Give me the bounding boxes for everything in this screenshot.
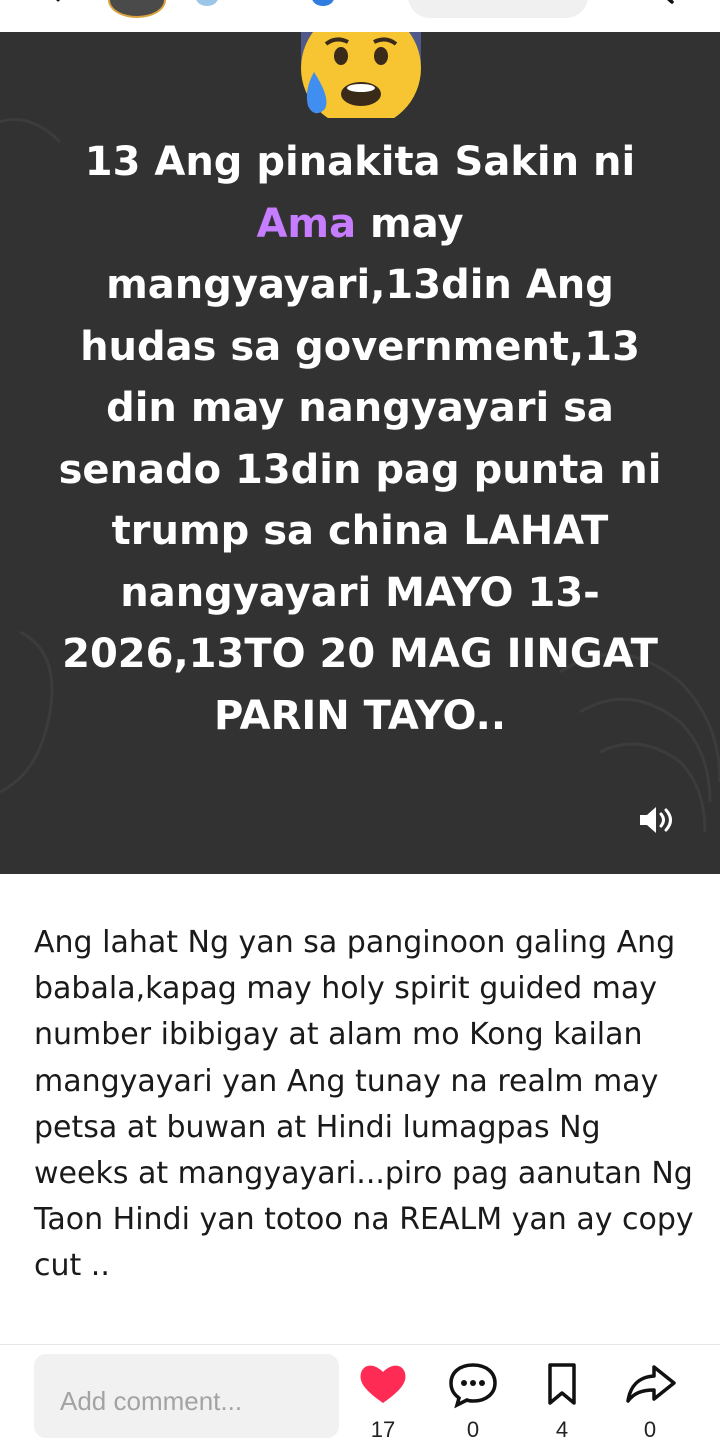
sound-icon[interactable] (636, 800, 676, 840)
avatar[interactable] (108, 0, 166, 18)
like-button[interactable]: 17 (353, 1359, 413, 1442)
bookmark-icon (548, 1363, 576, 1405)
comment-icon (449, 1363, 497, 1409)
overlay-after-highlight: may (356, 200, 464, 247)
overlay-line-1: 13 Ang pinakita Sakin ni (84, 139, 636, 185)
comment-placeholder: Add comment... (60, 1386, 243, 1416)
save-count: 4 (555, 1417, 569, 1442)
like-count: 17 (370, 1417, 396, 1442)
back-icon[interactable] (52, 0, 76, 12)
post-description: Ang lahat Ng yan sa panginoon galing Ang… (34, 925, 694, 1284)
story-dot[interactable] (312, 0, 334, 6)
bottom-action-bar: Add comment... 17 0 4 0 (0, 1344, 720, 1442)
share-count: 0 (643, 1417, 657, 1442)
overlay-line-2: Ama may (40, 194, 680, 256)
add-comment-input[interactable]: Add comment... (34, 1354, 339, 1438)
search-icon[interactable] (642, 0, 682, 10)
overlay-highlight: Ama (256, 200, 357, 247)
comment-button[interactable]: 0 (443, 1359, 503, 1442)
heart-icon (360, 1365, 406, 1403)
post-media[interactable]: 13 Ang pinakita Sakin ni Ama may mangyay… (0, 32, 720, 874)
save-button[interactable]: 4 (532, 1359, 592, 1442)
story-dot[interactable] (196, 0, 218, 6)
overlay-rest: mangyayari,13din Ang hudas sa government… (58, 262, 662, 739)
sad-emoji-icon (296, 32, 426, 118)
comment-count: 0 (466, 1417, 480, 1442)
search-pill[interactable] (408, 0, 588, 18)
share-button[interactable]: 0 (620, 1359, 680, 1442)
top-bar (0, 0, 720, 32)
overlay-caption: 13 Ang pinakita Sakin ni Ama may mangyay… (40, 132, 680, 747)
share-icon (626, 1365, 676, 1403)
